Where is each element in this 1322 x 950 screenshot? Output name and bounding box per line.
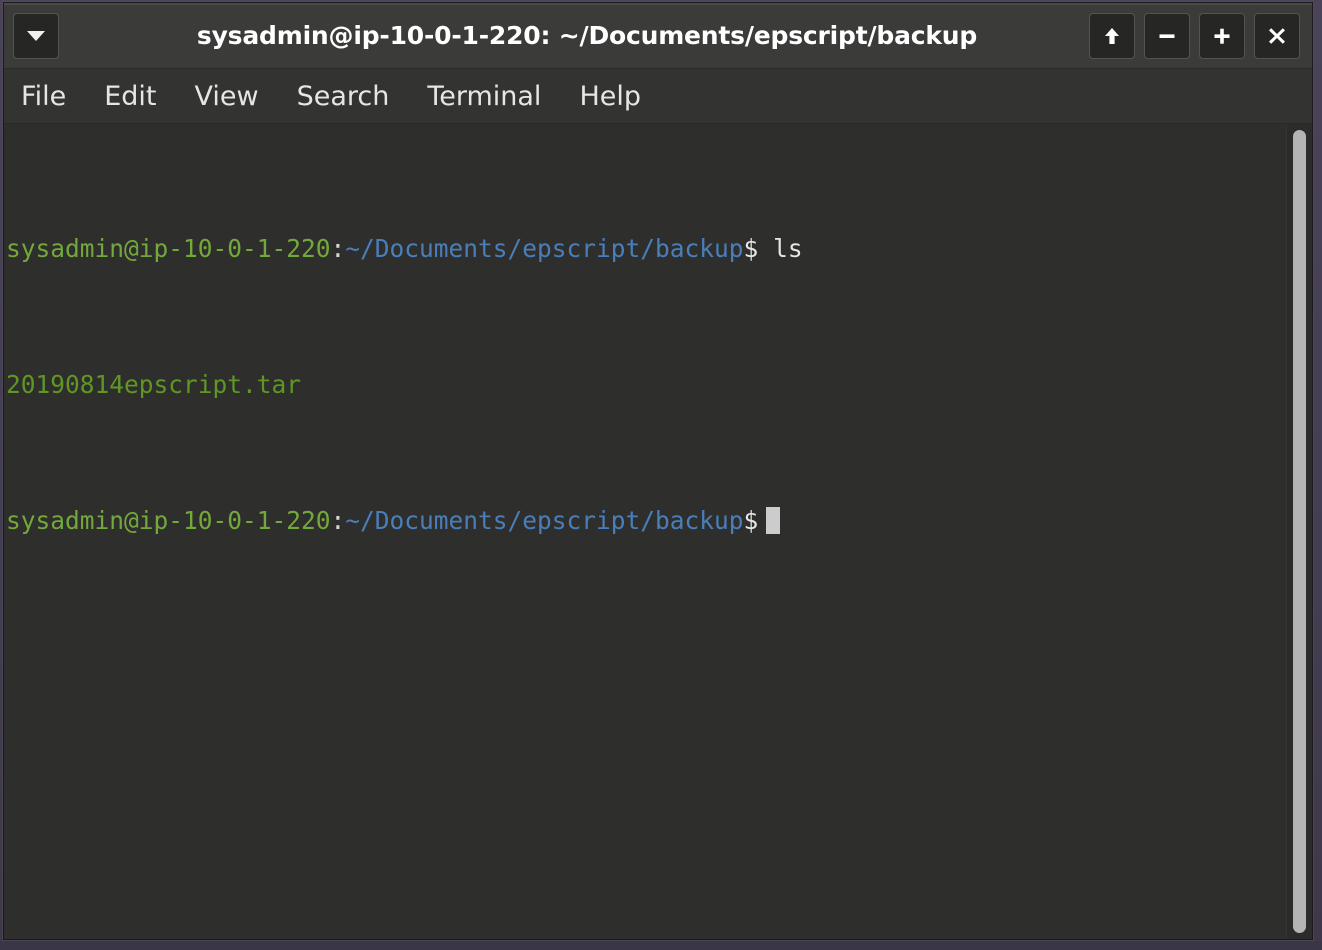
terminal-command: ls: [773, 234, 803, 263]
terminal-screen[interactable]: sysadmin@ip-10-0-1-220:~/Documents/epscr…: [4, 124, 1286, 939]
window-controls: [1089, 12, 1300, 59]
window-title: sysadmin@ip-10-0-1-220: ~/Documents/epsc…: [196, 21, 978, 50]
prompt-separator: :: [330, 234, 346, 263]
maximize-button[interactable]: [1199, 12, 1245, 59]
terminal-output-file: 20190814epscript.tar: [6, 370, 302, 399]
minimize-button[interactable]: [1144, 12, 1190, 59]
menu-item-view[interactable]: View: [194, 83, 258, 110]
desktop-taskbar-hint: [0, 941, 1322, 950]
terminal-area: sysadmin@ip-10-0-1-220:~/Documents/epscr…: [4, 124, 1312, 939]
menu-bar: File Edit View Search Terminal Help: [4, 69, 1312, 124]
window-menu-button[interactable]: [13, 12, 59, 59]
title-bar: sysadmin@ip-10-0-1-220: ~/Documents/epsc…: [4, 3, 1312, 69]
prompt-path: ~/Documents/epscript/backup: [345, 234, 744, 263]
prompt-user-host: sysadmin@ip-10-0-1-220: [6, 234, 331, 263]
menu-item-edit[interactable]: Edit: [104, 83, 156, 110]
close-icon: [1269, 27, 1285, 44]
terminal-line: sysadmin@ip-10-0-1-220:~/Documents/epscr…: [6, 232, 1286, 266]
up-arrow-icon: [1105, 27, 1119, 44]
close-button[interactable]: [1254, 12, 1300, 59]
terminal-line: sysadmin@ip-10-0-1-220:~/Documents/epscr…: [6, 504, 1286, 538]
scrollbar-thumb[interactable]: [1293, 130, 1306, 933]
menu-item-help[interactable]: Help: [579, 83, 641, 110]
terminal-line: 20190814epscript.tar: [6, 368, 1286, 402]
prompt-symbol: $: [743, 234, 759, 263]
text-cursor: [766, 507, 781, 534]
chevron-down-icon: [27, 30, 45, 41]
menu-item-terminal[interactable]: Terminal: [427, 83, 541, 110]
prompt-path: ~/Documents/epscript/backup: [345, 506, 744, 535]
terminal-window: sysadmin@ip-10-0-1-220: ~/Documents/epsc…: [3, 2, 1313, 940]
prompt-separator: :: [330, 506, 346, 535]
minus-icon: [1159, 33, 1175, 38]
prompt-user-host: sysadmin@ip-10-0-1-220: [6, 506, 331, 535]
shade-button[interactable]: [1089, 12, 1135, 59]
prompt-symbol: $: [743, 506, 759, 535]
vertical-scrollbar[interactable]: [1286, 124, 1312, 939]
menu-item-search[interactable]: Search: [297, 83, 390, 110]
plus-icon: [1214, 28, 1230, 44]
menu-item-file[interactable]: File: [21, 83, 66, 110]
